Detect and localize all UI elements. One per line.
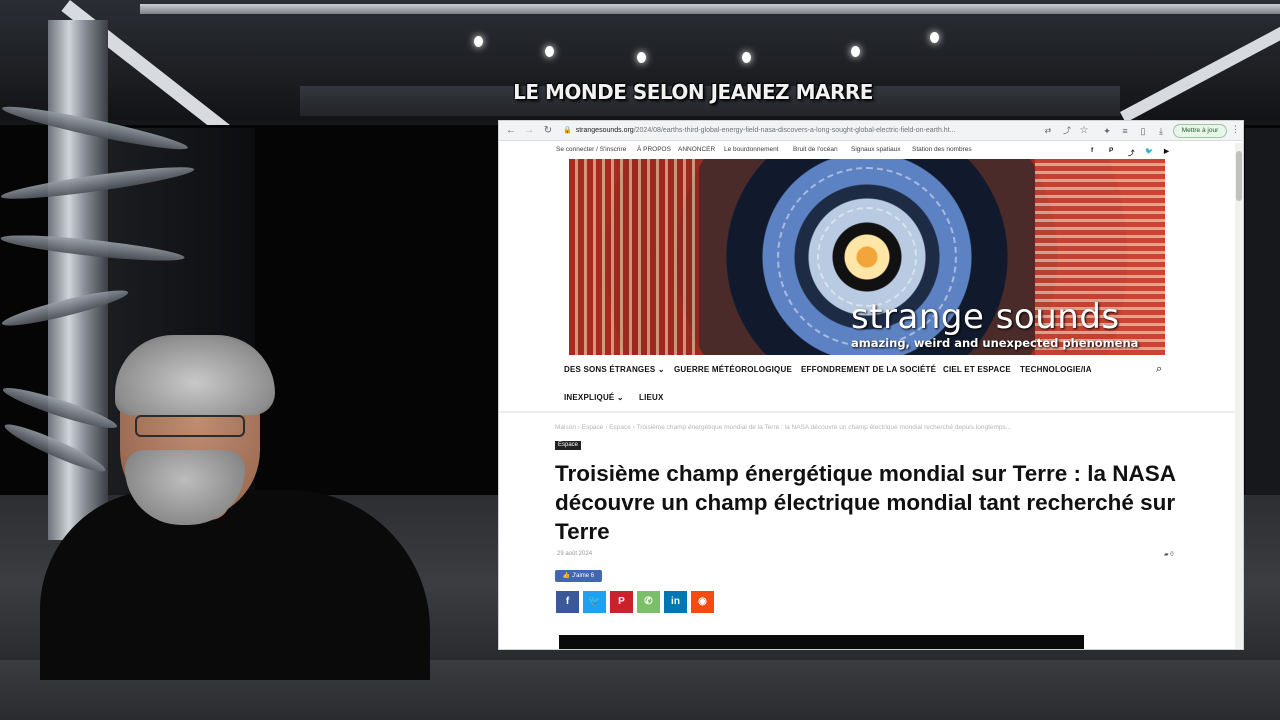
search-icon[interactable]: ⌕ <box>1156 363 1162 376</box>
topbar-link-ocean-noise[interactable]: Bruit de l'océan <box>793 146 838 153</box>
topbar-link-about[interactable]: À PROPOS <box>637 146 671 153</box>
reload-icon[interactable]: ↻ <box>541 124 555 138</box>
rss-icon[interactable]: ⤴ <box>1128 147 1135 157</box>
page-scrollbar[interactable] <box>1235 143 1243 649</box>
facebook-icon[interactable]: f <box>1091 147 1093 154</box>
nav-item-label: DES SONS ÉTRANGES <box>564 365 656 374</box>
puzzle-icon[interactable]: ✦ <box>1100 124 1114 138</box>
presenter <box>20 330 440 680</box>
nav-item-society-collapse[interactable]: EFFONDREMENT DE LA SOCIÉTÉ <box>801 365 936 374</box>
studio-scene: LE MONDE SELON JEANEZ MARRE ← → ↻ 🔒 stran… <box>0 0 1280 720</box>
browser-toolbar: ← → ↻ 🔒 strangesounds.org/2024/08/earths-… <box>499 121 1243 141</box>
topbar-link-hum[interactable]: Le bourdonnement <box>724 146 779 153</box>
site-logo-text: strange sounds <box>851 297 1120 337</box>
comments-count[interactable]: ▰ 0 <box>1164 551 1174 558</box>
update-button[interactable]: Mettre à jour <box>1173 124 1227 138</box>
topbar-link-numbers-station[interactable]: Station des nombres <box>912 146 972 153</box>
download-icon[interactable]: ⤓ <box>1154 124 1168 138</box>
nav-item-weather-war[interactable]: GUERRE MÉTÉOROLOGIQUE <box>674 365 792 374</box>
address-bar[interactable]: 🔒 strangesounds.org/2024/08/earths-third-… <box>563 124 1037 138</box>
site-banner[interactable]: strange sounds amazing, weird and unexpe… <box>569 159 1165 355</box>
linkedin-icon[interactable]: in <box>664 591 687 613</box>
presenter-hair <box>115 335 275 415</box>
whatsapp-icon[interactable]: ✆ <box>637 591 660 613</box>
arrow-right-icon[interactable]: → <box>522 124 536 138</box>
nav-item-unexplained[interactable]: INEXPLIQUÉ ⌄ <box>564 393 624 402</box>
show-title: LE MONDE SELON JEANEZ MARRE <box>513 80 873 104</box>
list-icon[interactable]: ≡ <box>1118 124 1132 138</box>
url-path: /2024/08/earths-third-global-energy-fiel… <box>633 127 956 134</box>
presenter-glasses <box>135 415 245 437</box>
topbar-link-login[interactable]: Se connecter / S'inscrire <box>556 146 626 153</box>
browser-window: ← → ↻ 🔒 strangesounds.org/2024/08/earths-… <box>498 120 1244 650</box>
breadcrumb[interactable]: Maison › Espace › Espace › Troisième cha… <box>555 424 1115 431</box>
youtube-icon[interactable]: ▶ <box>1164 147 1169 155</box>
spotlight <box>930 32 939 43</box>
twitter-icon[interactable]: 🐦 <box>1145 147 1153 155</box>
main-nav: DES SONS ÉTRANGES ⌄ GUERRE MÉTÉOROLOGIQU… <box>499 357 1235 413</box>
article-date: 29 août 2024 <box>557 551 593 557</box>
facebook-like-button[interactable]: 👍 J'aime 6 <box>555 570 602 582</box>
reddit-icon[interactable]: ◉ <box>691 591 714 613</box>
ceiling-beam <box>140 4 1280 14</box>
article-title: Troisième champ énergétique mondial sur … <box>555 461 1176 544</box>
pinterest-icon[interactable]: P <box>610 591 633 613</box>
chevron-down-icon: ⌄ <box>616 393 624 402</box>
scrollbar-thumb[interactable] <box>1236 151 1242 201</box>
wall-panel <box>1245 128 1280 498</box>
category-tag[interactable]: Espace <box>555 441 582 450</box>
nav-item-technology-ai[interactable]: TECHNOLOGIE/IA <box>1020 365 1092 374</box>
comments-count-value: 0 <box>1170 552 1174 558</box>
topbar-link-space-signals[interactable]: Signaux spatiaux <box>851 146 901 153</box>
arrow-left-icon[interactable]: ← <box>504 124 518 138</box>
sidebar-icon[interactable]: ▯ <box>1136 124 1150 138</box>
spotlight <box>545 46 554 57</box>
spotlight <box>742 52 751 63</box>
spotlight <box>851 46 860 57</box>
nav-item-label: INEXPLIQUÉ <box>564 393 615 402</box>
chevron-down-icon: ⌄ <box>657 365 665 374</box>
twitter-icon[interactable]: 🐦 <box>583 591 606 613</box>
menu-dots-icon[interactable]: ⋮ <box>1231 124 1240 135</box>
banner-detector-left <box>569 159 699 355</box>
pinterest-icon[interactable]: P <box>1109 147 1113 154</box>
lock-icon: 🔒 <box>563 127 572 134</box>
share-icon[interactable]: ⤴ <box>1060 124 1074 138</box>
nav-item-strange-sounds[interactable]: DES SONS ÉTRANGES ⌄ <box>564 365 665 374</box>
url-domain: strangesounds.org <box>575 127 634 134</box>
presenter-shirt <box>40 490 430 680</box>
site-topbar: Se connecter / S'inscrire À PROPOS ANNON… <box>499 142 1235 160</box>
topbar-link-advertise[interactable]: ANNONCER <box>678 146 715 153</box>
nav-item-sky-space[interactable]: CIEL ET ESPACE <box>943 365 1011 374</box>
spotlight <box>637 52 646 63</box>
star-icon[interactable]: ☆ <box>1077 124 1091 138</box>
embedded-video[interactable] <box>559 635 1084 649</box>
translate-icon[interactable]: ⇄ <box>1041 124 1055 138</box>
site-tagline: amazing, weird and unexpected phenomena <box>851 336 1139 350</box>
facebook-icon[interactable]: f <box>556 591 579 613</box>
spotlight <box>474 36 483 47</box>
nav-item-places[interactable]: LIEUX <box>639 393 664 402</box>
